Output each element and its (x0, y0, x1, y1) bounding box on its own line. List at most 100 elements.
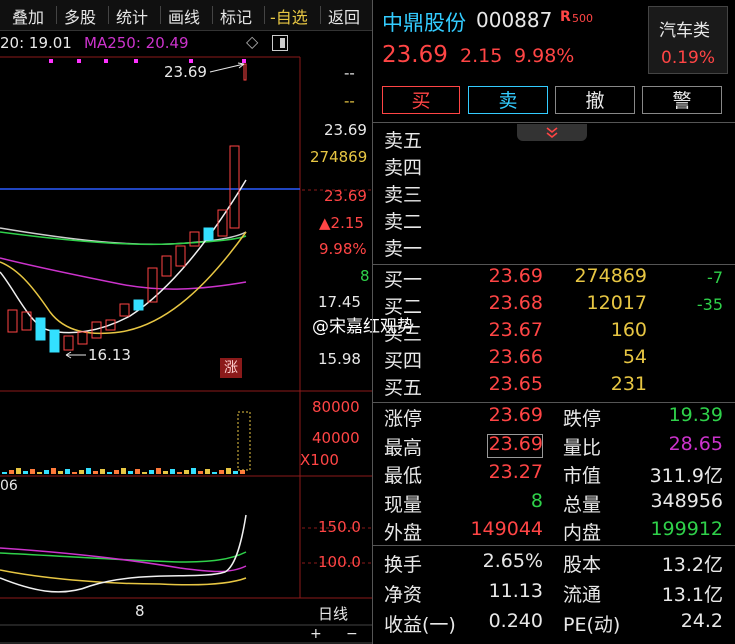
volume-bar (9, 470, 14, 474)
candle (77, 331, 88, 345)
candle (119, 303, 130, 317)
bid-price: 23.69 (488, 265, 543, 287)
ask-row[interactable]: 卖二 (372, 207, 735, 234)
overlay-button[interactable]: 叠加 (12, 4, 44, 28)
volume-bar (219, 470, 224, 474)
candle (243, 63, 247, 81)
mark-button[interactable]: 标记 (220, 4, 252, 28)
zoom-in-button[interactable]: + (310, 626, 322, 642)
ma-legend: 20: 19.01 MA250: 20.49 ◇ (0, 30, 300, 58)
axis-price-2: 23.69 (324, 187, 367, 205)
stat-label: 市值 (563, 465, 602, 487)
axis-dash-1: -- (344, 64, 355, 82)
stat-row: 最高 23.69 量比 28.65 (372, 433, 735, 461)
candle (49, 329, 60, 353)
ask-row[interactable]: 卖四 (372, 153, 735, 180)
volume-bar (128, 471, 133, 474)
draw-line-button[interactable]: 画线 (168, 4, 200, 28)
watchlist-button[interactable]: -自选 (270, 4, 308, 28)
panel-toggle-icon[interactable] (272, 35, 288, 51)
ask-label: 卖四 (384, 157, 423, 179)
bid-row[interactable]: 买四 23.66 54 (372, 346, 735, 373)
ask-row[interactable]: 卖三 (372, 180, 735, 207)
bid-price: 23.65 (488, 373, 543, 395)
stat-value: 11.13 (488, 580, 543, 602)
cancel-order-button[interactable]: 撤 (555, 86, 635, 114)
bid-label: 买一 (384, 269, 423, 291)
stat-label: 收益(一) (384, 614, 456, 636)
sell-button[interactable]: 卖 (468, 86, 548, 114)
volume-bar (156, 468, 161, 474)
period-selector[interactable]: 日线 (318, 603, 348, 624)
volume-bar (65, 469, 70, 474)
zoom-out-button[interactable]: − (346, 626, 358, 642)
volume-bar (114, 470, 119, 474)
bid-price: 23.67 (488, 319, 543, 341)
volume-bar (149, 470, 154, 474)
diamond-icon[interactable]: ◇ (246, 32, 258, 51)
stat-value: 2.65% (482, 550, 543, 572)
candle (203, 227, 214, 241)
axis-current-vol: 8 (360, 267, 370, 285)
volume-bar (121, 468, 126, 474)
bid-row[interactable]: 买一 23.69 274869 -7 (372, 265, 735, 292)
volume-bar (233, 471, 238, 474)
ask-label: 卖三 (384, 184, 423, 206)
back-button[interactable]: 返回 (328, 4, 360, 28)
volume-bar (51, 468, 56, 474)
stat-label: 量比 (563, 436, 602, 459)
index-badge: 500 (572, 12, 593, 25)
x-axis-tick: 8 (135, 602, 145, 620)
volume-bar (240, 470, 245, 474)
bid-volume: 231 (610, 373, 647, 395)
stat-value: 24.2 (680, 610, 723, 632)
stock-code: 000887 (476, 8, 553, 32)
axis-ind-100: 100.0 (318, 553, 361, 571)
ask-row[interactable]: 卖五 (372, 126, 735, 153)
candlesticks (7, 63, 247, 353)
candle (175, 245, 186, 267)
volume-bar (177, 472, 182, 474)
stat-value: 19.39 (668, 404, 723, 426)
quote-panel: 中鼎股份 000887 R 500 23.69 2.15 9.98% 汽车类 0… (372, 0, 735, 644)
stat-row: 净资 11.13 流通 13.1亿 (372, 580, 735, 608)
ask-row[interactable]: 卖一 (372, 234, 735, 261)
stat-value: 0.240 (488, 610, 543, 632)
stat-value: 149044 (470, 518, 543, 540)
bid-volume: 54 (622, 346, 647, 368)
stat-value: 311.9亿 (649, 465, 723, 487)
volume-bar (93, 471, 98, 474)
stat-row: 外盘 149044 内盘 199912 (372, 518, 735, 546)
volume-bar (107, 472, 112, 474)
volume-bar (86, 468, 91, 474)
bid-label: 买二 (384, 296, 423, 318)
stat-value: 23.27 (488, 461, 543, 483)
candle (189, 231, 200, 247)
bid-row[interactable]: 买五 23.65 231 (372, 373, 735, 400)
volume-bar (212, 472, 217, 474)
high-price-marker: 23.69 (164, 63, 207, 81)
axis-price: 23.69 (324, 121, 367, 139)
axis-ind-150: 150.0 (318, 518, 361, 536)
bid-price: 23.68 (488, 292, 543, 314)
bid-label: 买三 (384, 323, 423, 345)
stat-label: 最高 (384, 436, 423, 459)
stat-label: 流通 (563, 584, 602, 606)
statistics-button[interactable]: 统计 (116, 4, 148, 28)
candle (217, 209, 228, 237)
bid-row[interactable]: 买三 23.67 160 (372, 319, 735, 346)
buy-button[interactable]: 买 (382, 86, 460, 114)
stat-value: 13.1亿 (661, 584, 723, 606)
candle (35, 317, 46, 341)
stat-label: 内盘 (563, 522, 602, 544)
last-price: 23.69 (382, 42, 448, 68)
bid-row[interactable]: 买二 23.68 12017 -35 (372, 292, 735, 319)
alert-button[interactable]: 警 (642, 86, 722, 114)
sector-box[interactable]: 汽车类 0.19% (648, 6, 728, 74)
stat-label: 股本 (563, 554, 602, 576)
limit-up-tag: 涨 (220, 358, 242, 378)
price-change: 2.15 (460, 45, 503, 67)
ask-label: 卖一 (384, 238, 423, 260)
volume-bar (79, 470, 84, 474)
multi-stock-button[interactable]: 多股 (64, 4, 96, 28)
